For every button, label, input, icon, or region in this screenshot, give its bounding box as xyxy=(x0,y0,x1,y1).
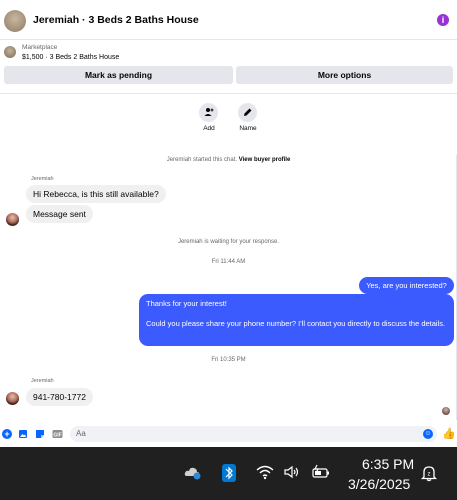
emoji-icon[interactable]: ☺ xyxy=(423,429,433,439)
svg-text:GIF: GIF xyxy=(53,433,61,439)
outgoing-message[interactable]: Yes, are you interested? xyxy=(359,277,454,294)
divider xyxy=(0,93,457,94)
gif-icon[interactable]: GIF xyxy=(52,429,63,439)
more-options-button[interactable]: More options xyxy=(236,66,453,84)
chat-started-notice: Jeremiah started this chat. View buyer p… xyxy=(0,157,457,163)
listing-thumbnail[interactable] xyxy=(4,46,16,58)
pencil-icon[interactable] xyxy=(238,103,257,122)
svg-text:z: z xyxy=(428,472,431,478)
timestamp: Fri 11:44 AM xyxy=(211,259,246,265)
sender-name: Jeremiah xyxy=(31,176,54,182)
clock-date[interactable]: 3/26/2025 xyxy=(348,476,410,492)
timestamp: Fri 10:35 PM xyxy=(211,357,246,363)
marketplace-label: Marketplace xyxy=(22,44,58,51)
message-line: Thanks for your interest! xyxy=(146,299,227,308)
avatar[interactable] xyxy=(4,10,26,32)
incoming-message[interactable]: Hi Rebecca, is this still available? xyxy=(26,185,166,203)
sender-avatar[interactable] xyxy=(6,392,19,405)
read-receipt-avatar xyxy=(442,407,450,415)
message-input[interactable]: Aa xyxy=(70,426,437,442)
chat-started-text: Jeremiah started this chat. xyxy=(166,157,239,163)
view-buyer-profile-link[interactable]: View buyer profile xyxy=(239,157,291,163)
image-icon[interactable] xyxy=(18,429,28,439)
bluetooth-icon[interactable] xyxy=(222,464,236,486)
waiting-notice: Jeremiah is waiting for your response. xyxy=(177,239,280,245)
sender-avatar[interactable] xyxy=(6,213,19,226)
thumbs-up-icon[interactable]: 👍 xyxy=(442,427,456,440)
info-icon[interactable]: i xyxy=(437,14,449,26)
mark-as-pending-button[interactable]: Mark as pending xyxy=(4,66,233,84)
clock-time[interactable]: 6:35 PM xyxy=(362,456,414,472)
onedrive-sync-icon[interactable] xyxy=(184,464,202,484)
incoming-message[interactable]: Message sent xyxy=(26,205,93,223)
incoming-message[interactable]: 941-780-1772 xyxy=(26,388,93,406)
chat-header: Jeremiah · 3 Beds 2 Baths House i xyxy=(0,0,457,40)
listing-title[interactable]: $1,500 · 3 Beds 2 Baths House xyxy=(22,54,119,61)
chat-title[interactable]: Jeremiah · 3 Beds 2 Baths House xyxy=(33,14,199,26)
volume-icon[interactable] xyxy=(283,464,301,484)
notification-bell-icon[interactable]: z xyxy=(420,464,438,486)
message-line: Could you please share your phone number… xyxy=(146,319,446,328)
sender-name: Jeremiah xyxy=(31,378,54,384)
battery-charging-icon[interactable] xyxy=(311,464,331,484)
outgoing-message[interactable]: Thanks for your interest! Could you plea… xyxy=(139,294,454,346)
add-label: Add xyxy=(203,125,215,132)
plus-icon[interactable]: + xyxy=(2,429,12,439)
wifi-icon[interactable] xyxy=(256,464,274,484)
add-person-icon[interactable] xyxy=(199,103,218,122)
name-label: Name xyxy=(239,125,257,132)
sticker-icon[interactable] xyxy=(35,429,45,439)
